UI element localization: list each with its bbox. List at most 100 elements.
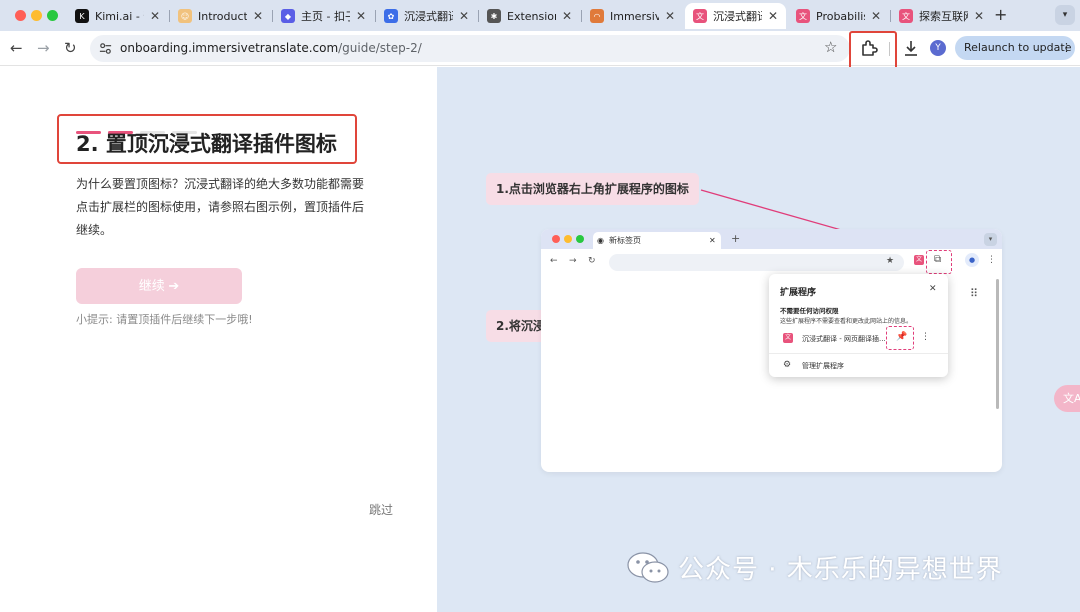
popup-translate-icon: 文 <box>783 333 793 343</box>
chrome-icon: ◉ <box>597 236 604 245</box>
mini-zoom-dot <box>576 235 584 243</box>
tab-favicon-icon: ◠ <box>590 9 604 23</box>
mini-translate-icon: 文 <box>914 255 924 265</box>
more-icon[interactable]: ⋮ <box>1061 36 1072 60</box>
url-text: onboarding.immersivetranslate.com/guide/… <box>120 41 422 55</box>
tab-label: 主页 - 扣子 <box>301 10 350 23</box>
tab-label: Probabilisti <box>816 9 865 23</box>
profile-avatar[interactable]: Y <box>930 40 946 56</box>
popup-more-icon: ⋮ <box>921 332 930 342</box>
mini-profile-icon: ● <box>965 253 979 267</box>
page-title: 2. 置顶沉浸式翻译插件图标 <box>76 132 337 156</box>
popup-title: 扩展程序 <box>780 288 817 298</box>
tab-close-icon[interactable]: ✕ <box>665 9 675 23</box>
tab-separator <box>375 10 376 22</box>
tab-close-icon[interactable]: ✕ <box>768 9 778 23</box>
step-description: 为什么要置顶图标？沉浸式翻译的绝大多数功能都需要点击扩展栏的图标使用，请参照右图… <box>76 177 365 237</box>
tab-4[interactable]: ✿ 沉浸式翻译 ✕ <box>376 3 477 29</box>
star-icon[interactable]: ☆ <box>824 38 837 56</box>
mini-tab: ◉ 新标签页 ✕ <box>593 232 721 249</box>
mini-tab-search-icon: ▾ <box>984 233 997 246</box>
hint-text: 小提示: 请置顶插件后继续下一步哦! <box>76 313 253 326</box>
mini-extensions-highlight-box <box>926 250 952 274</box>
mini-new-tab-icon: + <box>731 232 741 245</box>
tab-favicon-icon: ✿ <box>384 9 398 23</box>
mini-close-dot <box>552 235 560 243</box>
mini-minimize-dot <box>564 235 572 243</box>
tab-3[interactable]: ◆ 主页 - 扣子 ✕ <box>273 3 374 29</box>
address-bar[interactable]: onboarding.immersivetranslate.com/guide/… <box>90 35 850 62</box>
mini-reload-icon: ↻ <box>588 256 596 266</box>
relaunch-button[interactable]: Relaunch to update ⋮ <box>955 36 1075 60</box>
download-icon[interactable] <box>903 39 919 57</box>
window-close-button[interactable] <box>15 10 26 21</box>
mini-tab-close-icon: ✕ <box>709 236 716 245</box>
popup-extension-name: 沉浸式翻译 - 网页翻译插... <box>802 335 886 343</box>
tab-favicon-icon: 文 <box>796 9 810 23</box>
watermark-text: 公众号 · 木乐乐的异想世界 <box>678 555 1003 585</box>
new-tab-button[interactable]: + <box>994 5 1007 24</box>
popup-close-icon: ✕ <box>929 284 937 294</box>
tab-favicon-icon: ◆ <box>281 9 295 23</box>
tab-favicon-icon: ☺ <box>178 9 192 23</box>
mini-scrollbar <box>996 279 999 409</box>
watermark: 公众号 · 木乐乐的异想世界 <box>626 549 1003 586</box>
tab-favicon-icon: 文 <box>899 9 913 23</box>
reload-icon[interactable]: ↻ <box>64 39 77 57</box>
tab-close-icon[interactable]: ✕ <box>871 9 881 23</box>
browser-tab-strip: K Kimi.ai - 帮 ✕ ☺ Introductio ✕ ◆ 主页 - 扣子 ✕ ✿ 沉浸式翻… <box>0 0 1080 31</box>
skip-link[interactable]: 跳过 <box>369 501 393 518</box>
tab-close-icon[interactable]: ✕ <box>562 9 572 23</box>
tab-close-icon[interactable]: ✕ <box>356 9 366 23</box>
tab-favicon-icon: 文 <box>693 9 707 23</box>
tab-close-icon[interactable]: ✕ <box>459 9 469 23</box>
tab-separator <box>169 10 170 22</box>
mini-tab-label: 新标签页 <box>609 236 641 245</box>
window-minimize-button[interactable] <box>31 10 42 21</box>
tab-favicon-icon: ✱ <box>487 9 501 23</box>
tab-7[interactable]: 文沉浸式翻译 ✕ <box>685 3 786 29</box>
tab-separator <box>581 10 582 22</box>
continue-button[interactable]: 继续 ➔ <box>76 268 242 304</box>
gear-icon: ⚙ <box>783 360 792 370</box>
floating-translate-button[interactable]: 文A <box>1054 385 1080 412</box>
tab-9[interactable]: 文探索互联网 ✕ <box>891 3 992 29</box>
url-host: onboarding.immersivetranslate.com <box>120 41 339 55</box>
tab-close-icon[interactable]: ✕ <box>253 9 263 23</box>
tab-6[interactable]: ◠ Immersive ✕ <box>582 3 683 29</box>
pin-icon: 📌 <box>896 332 908 342</box>
toolbar-divider <box>889 42 890 56</box>
url-path: /guide/step-2/ <box>338 41 422 55</box>
tab-search-icon[interactable]: ▾ <box>1055 5 1075 25</box>
tab-separator <box>478 10 479 22</box>
mini-address-bar: ★ <box>609 254 904 271</box>
tab-label: Extensions <box>507 9 556 23</box>
mini-back-icon: ← <box>550 256 558 266</box>
forward-icon[interactable]: → <box>37 39 50 57</box>
relaunch-label: Relaunch to update <box>964 41 1072 54</box>
popup-divider <box>769 353 948 354</box>
extensions-popup-illustration: 扩展程序 ✕ 不需要任何访问权限 这些扩展程序不需要查看和更改此网站上的信息。 … <box>769 274 948 377</box>
tab-label: 沉浸式翻译 <box>404 10 453 23</box>
tab-label: Immersive <box>610 9 659 23</box>
tab-close-icon[interactable]: ✕ <box>150 9 160 23</box>
mini-star-icon: ★ <box>886 256 895 266</box>
tab-separator <box>890 10 891 22</box>
tab-8[interactable]: 文 Probabilisti ✕ <box>788 3 889 29</box>
mini-tab-strip: ◉ 新标签页 ✕ + ▾ <box>541 229 1002 249</box>
mini-forward-icon: → <box>569 256 577 266</box>
mini-apps-grid-icon: ⠿ <box>970 287 978 300</box>
tab-close-icon[interactable]: ✕ <box>974 9 984 23</box>
tab-2[interactable]: ☺ Introductio ✕ <box>170 3 271 29</box>
callout-step-1: 1.点击浏览器右上角扩展程序的图标 <box>486 173 699 205</box>
tab-separator <box>272 10 273 22</box>
tab-5[interactable]: ✱ Extensions ✕ <box>479 3 580 29</box>
tab-label: Kimi.ai - 帮 <box>95 10 144 23</box>
site-settings-icon[interactable] <box>98 41 113 56</box>
tab-label: Introductio <box>198 9 247 23</box>
tab-label: 沉浸式翻译 <box>713 10 762 23</box>
window-zoom-button[interactable] <box>47 10 58 21</box>
tab-1[interactable]: K Kimi.ai - 帮 ✕ <box>67 3 168 29</box>
tab-favicon-icon: K <box>75 9 89 23</box>
back-icon[interactable]: ← <box>10 39 23 57</box>
